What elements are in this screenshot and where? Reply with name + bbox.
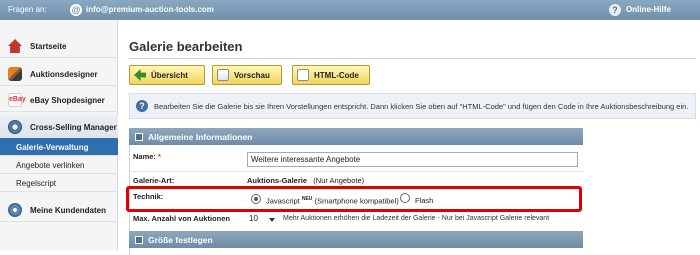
section-header-general[interactable]: Allgemeine Informationen — [129, 128, 583, 145]
preview-button[interactable]: Vorschau — [212, 65, 282, 85]
info-text: Bearbeiten Sie die Galerie bis sie Ihren… — [154, 102, 689, 111]
help-icon[interactable]: ? — [609, 4, 621, 16]
sidebar-item-label: eBay Shopdesigner — [30, 96, 105, 105]
crossselling-icon — [8, 120, 22, 134]
back-arrow-icon — [134, 69, 146, 81]
name-label: Name: * — [133, 152, 161, 161]
sidebar-item-label: Auktionsdesigner — [30, 70, 98, 79]
section-header-size[interactable]: Größe festlegen — [129, 231, 583, 248]
technique-flash-radio[interactable] — [400, 193, 410, 203]
collapse-icon — [135, 133, 143, 141]
sidebar-item-label: Meine Kundendaten — [30, 206, 107, 215]
technique-javascript-radio[interactable] — [251, 194, 261, 204]
top-bar: Fragen an: @ info@premium-auction-tools.… — [0, 0, 700, 20]
chevron-down-icon — [269, 218, 275, 222]
gallery-type-label: Galerie-Art: — [133, 176, 175, 185]
section-title: Größe festlegen — [148, 235, 213, 245]
sidebar-subitem-label: Regelscript — [16, 179, 57, 188]
max-auctions-select[interactable]: 10 — [247, 213, 277, 226]
sidebar-item-meine-kundendaten[interactable]: Meine Kundendaten — [0, 198, 118, 222]
sidebar-subitem-label: Angebote verlinken — [16, 161, 85, 170]
title-divider — [129, 58, 696, 59]
customer-icon — [8, 203, 22, 217]
home-icon — [8, 39, 22, 53]
question-icon: ? — [136, 100, 148, 112]
ebay-icon: eBay — [8, 93, 26, 107]
preview-button-label: Vorschau — [234, 70, 270, 80]
brush-icon — [8, 67, 22, 81]
overview-button[interactable]: Übersicht — [129, 65, 205, 85]
mail-icon: @ — [70, 4, 82, 16]
sidebar: Startseite Auktionsdesigner eBay eBay Sh… — [0, 20, 118, 251]
technique-flash-label[interactable]: Flash — [415, 196, 433, 205]
info-box: ? Bearbeiten Sie die Galerie bis sie Ihr… — [129, 93, 696, 119]
html-code-button[interactable]: HTML-Code — [292, 65, 370, 85]
online-help-link[interactable]: Online-Hilfe — [626, 5, 671, 14]
page-title: Galerie bearbeiten — [129, 39, 243, 54]
html-document-icon — [297, 69, 309, 81]
sidebar-item-ebay-shopdesigner[interactable]: eBay eBay Shopdesigner — [0, 88, 118, 112]
overview-button-label: Übersicht — [151, 70, 188, 80]
max-auctions-note: Mehr Auktionen erhöhen die Ladezeit der … — [283, 215, 550, 222]
sidebar-item-auktionsdesigner[interactable]: Auktionsdesigner — [0, 62, 118, 86]
max-auctions-label: Max. Anzahl von Auktionen — [133, 214, 230, 223]
technique-javascript-label[interactable]: Javascript NEU (Smartphone kompatibel) — [266, 196, 399, 206]
sidebar-subitem-galerie-verwaltung[interactable]: Galerie-Verwaltung — [0, 138, 118, 156]
contact-email-link[interactable]: info@premium-auction-tools.com — [86, 5, 214, 14]
section-title: Allgemeine Informationen — [148, 132, 253, 142]
row-divider — [129, 171, 583, 172]
technique-label: Technik: — [133, 192, 164, 201]
main-content: Galerie bearbeiten Übersicht Vorschau HT… — [119, 20, 700, 255]
gallery-type-value: Auktions-Galerie (Nur Angebote) — [247, 176, 365, 185]
sidebar-subitem-label: Galerie-Verwaltung — [16, 143, 89, 152]
html-code-button-label: HTML-Code — [314, 70, 359, 80]
collapse-icon — [135, 236, 143, 244]
sidebar-item-startseite[interactable]: Startseite — [0, 34, 118, 58]
name-input[interactable] — [247, 152, 578, 167]
preview-icon — [217, 69, 229, 81]
sidebar-subitem-angebote-verlinken[interactable]: Angebote verlinken — [0, 156, 118, 174]
sidebar-item-label: Cross-Selling Manager — [30, 123, 117, 132]
contact-label: Fragen an: — [8, 5, 47, 14]
sidebar-subitem-regelscript[interactable]: Regelscript — [0, 174, 118, 192]
sidebar-item-label: Startseite — [30, 42, 67, 51]
sidebar-item-cross-selling-manager[interactable]: Cross-Selling Manager — [0, 115, 118, 139]
